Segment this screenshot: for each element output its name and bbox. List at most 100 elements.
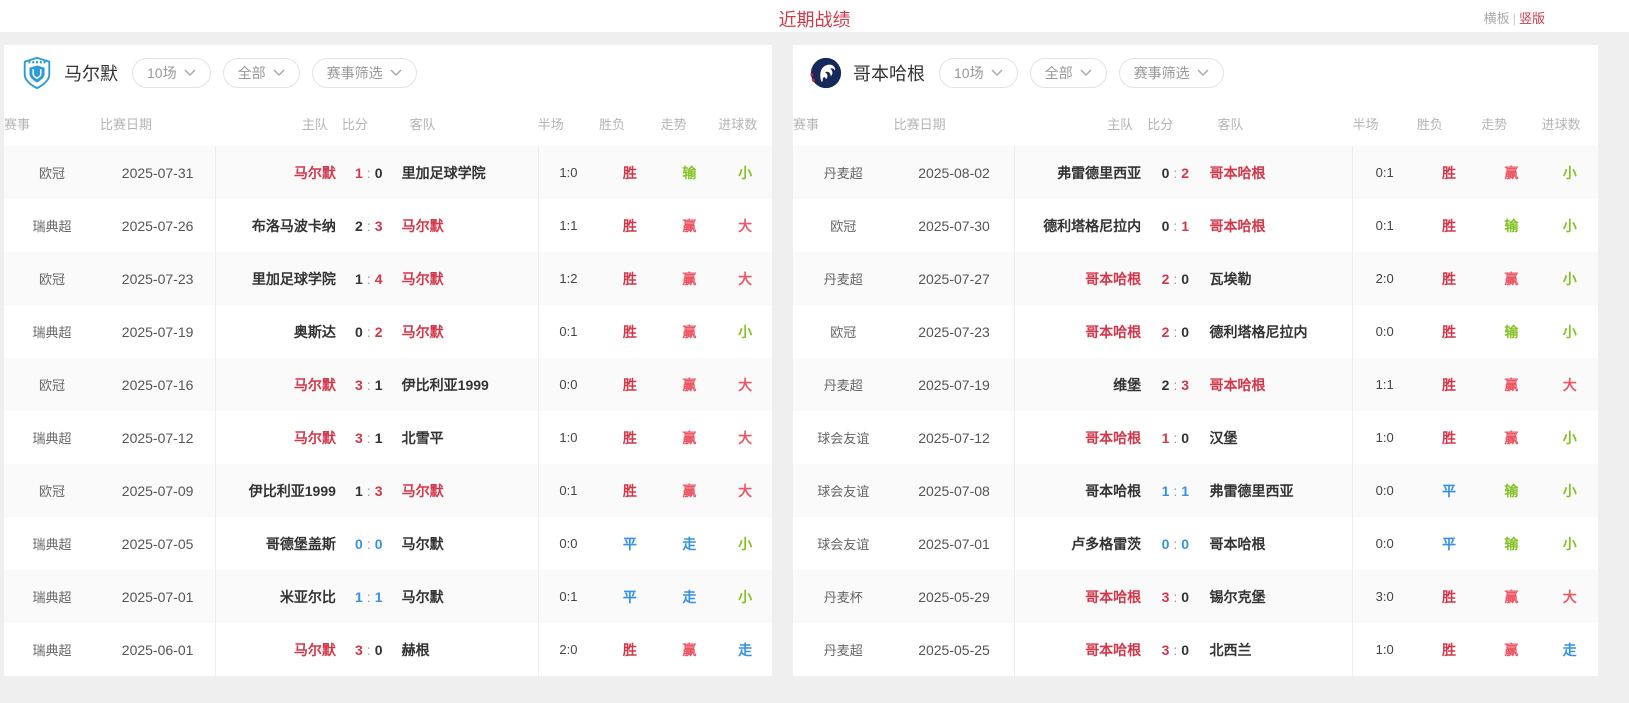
column-divider bbox=[215, 146, 216, 676]
event-filter-label: 赛事筛选 bbox=[327, 63, 383, 83]
home-team-name: 马尔默 bbox=[215, 428, 342, 448]
home-team-name: 哥本哈根 bbox=[1014, 640, 1147, 660]
away-goals: 3 bbox=[375, 483, 383, 499]
half-time-cell: 1:0 bbox=[538, 165, 599, 180]
away-goals: 4 bbox=[375, 271, 383, 287]
table-body: 丹麦超2025-08-02弗雷德里西亚0:2哥本哈根0:1胜赢小欧冠2025-0… bbox=[793, 146, 1598, 676]
date-cell: 2025-06-01 bbox=[100, 642, 215, 658]
column-divider bbox=[1014, 146, 1015, 676]
away-team-name: 哥本哈根 bbox=[1204, 216, 1353, 236]
team-name: 哥本哈根 bbox=[853, 60, 925, 86]
table-row: 欧冠2025-07-09伊比利亚19991:3马尔默0:1胜赢大 bbox=[4, 464, 772, 517]
half-time-cell: 3:0 bbox=[1352, 589, 1416, 604]
trend-cell: 输 bbox=[1481, 481, 1541, 501]
league-cell: 欧冠 bbox=[4, 481, 100, 500]
table-row: 丹麦超2025-07-27哥本哈根2:0瓦埃勒2:0胜赢小 bbox=[793, 252, 1598, 305]
half-time-cell: 1:0 bbox=[1352, 642, 1416, 657]
home-goals: 3 bbox=[1162, 589, 1170, 605]
league-cell: 球会友谊 bbox=[793, 428, 894, 447]
date-cell: 2025-07-26 bbox=[100, 218, 215, 234]
result-cell: 胜 bbox=[599, 322, 660, 342]
table-row: 瑞典超2025-06-01马尔默3:0赫根2:0胜赢走 bbox=[4, 623, 772, 676]
home-goals: 0 bbox=[1162, 218, 1170, 234]
half-time-cell: 1:0 bbox=[1352, 430, 1416, 445]
score-colon: : bbox=[367, 324, 371, 340]
table-header: 赛事 比赛日期 主队 比分 客队 半场 胜负 走势 进球数 bbox=[4, 101, 772, 146]
home-goals: 3 bbox=[355, 377, 363, 393]
score-cell: 0:0 bbox=[342, 536, 396, 552]
col-league: 赛事 bbox=[793, 114, 894, 133]
scope-dropdown[interactable]: 全部 bbox=[1030, 58, 1107, 88]
chevron-down-icon bbox=[1197, 69, 1209, 77]
goals-cell: 小 bbox=[1542, 481, 1598, 501]
layout-horizontal-link[interactable]: 横板 bbox=[1484, 11, 1510, 26]
result-cell: 胜 bbox=[599, 640, 660, 660]
home-goals: 3 bbox=[1162, 642, 1170, 658]
table-row: 球会友谊2025-07-08哥本哈根1:1弗雷德里西亚0:0平输小 bbox=[793, 464, 1598, 517]
away-goals: 3 bbox=[375, 218, 383, 234]
home-goals: 1 bbox=[355, 483, 363, 499]
home-goals: 2 bbox=[1162, 377, 1170, 393]
col-date: 比赛日期 bbox=[100, 114, 215, 133]
chevron-down-icon bbox=[991, 69, 1003, 77]
home-goals: 2 bbox=[1162, 324, 1170, 340]
score-cell: 0:2 bbox=[342, 324, 396, 340]
col-goals: 进球数 bbox=[718, 114, 772, 133]
scope-label: 全部 bbox=[238, 63, 266, 83]
goals-cell: 小 bbox=[1542, 428, 1598, 448]
score-cell: 3:0 bbox=[342, 642, 396, 658]
col-result: 胜负 bbox=[1417, 114, 1481, 133]
date-cell: 2025-07-12 bbox=[894, 430, 1015, 446]
top-bar: 近期战绩 横板|竖版 bbox=[0, 0, 1629, 32]
result-cell: 胜 bbox=[599, 428, 660, 448]
home-goals: 3 bbox=[355, 642, 363, 658]
score-colon: : bbox=[367, 642, 371, 658]
matches-count-dropdown[interactable]: 10场 bbox=[939, 58, 1018, 88]
home-team-name: 里加足球学院 bbox=[215, 269, 342, 289]
event-filter-dropdown[interactable]: 赛事筛选 bbox=[1119, 58, 1224, 88]
goals-cell: 大 bbox=[718, 428, 772, 448]
date-cell: 2025-07-27 bbox=[894, 271, 1015, 287]
away-goals: 1 bbox=[375, 377, 383, 393]
away-goals: 2 bbox=[375, 324, 383, 340]
home-goals: 1 bbox=[1162, 483, 1170, 499]
away-goals: 0 bbox=[1181, 324, 1189, 340]
half-time-cell: 0:0 bbox=[1352, 483, 1416, 498]
trend-cell: 赢 bbox=[661, 481, 719, 501]
matches-count-dropdown[interactable]: 10场 bbox=[132, 58, 211, 88]
layout-vertical-link[interactable]: 竖版 bbox=[1519, 11, 1545, 26]
layout-switcher: 横板|竖版 bbox=[1484, 8, 1545, 27]
table-row: 丹麦超2025-08-02弗雷德里西亚0:2哥本哈根0:1胜赢小 bbox=[793, 146, 1598, 199]
half-time-cell: 2:0 bbox=[1352, 271, 1416, 286]
result-cell: 胜 bbox=[599, 269, 660, 289]
date-cell: 2025-07-30 bbox=[894, 218, 1015, 234]
result-cell: 胜 bbox=[1417, 322, 1481, 342]
goals-cell: 小 bbox=[1542, 534, 1598, 554]
away-goals: 0 bbox=[375, 642, 383, 658]
away-team-name: 马尔默 bbox=[396, 481, 538, 501]
half-time-cell: 0:1 bbox=[1352, 218, 1416, 233]
col-half: 半场 bbox=[538, 114, 599, 133]
away-goals: 0 bbox=[1181, 536, 1189, 552]
away-goals: 0 bbox=[375, 536, 383, 552]
result-cell: 胜 bbox=[1417, 428, 1481, 448]
half-time-cell: 0:1 bbox=[538, 483, 599, 498]
table-row: 球会友谊2025-07-12哥本哈根1:0汉堡1:0胜赢小 bbox=[793, 411, 1598, 464]
col-home: 主队 bbox=[215, 114, 342, 133]
half-time-cell: 1:0 bbox=[538, 430, 599, 445]
page-title: 近期战绩 bbox=[0, 6, 1629, 32]
score-colon: : bbox=[367, 536, 371, 552]
trend-cell: 赢 bbox=[661, 322, 719, 342]
trend-cell: 输 bbox=[661, 163, 719, 183]
event-filter-dropdown[interactable]: 赛事筛选 bbox=[312, 58, 417, 88]
result-cell: 平 bbox=[599, 534, 660, 554]
chevron-down-icon bbox=[184, 69, 196, 77]
away-team-name: 马尔默 bbox=[396, 587, 538, 607]
score-colon: : bbox=[367, 483, 371, 499]
score-colon: : bbox=[367, 589, 371, 605]
col-result: 胜负 bbox=[599, 114, 660, 133]
score-cell: 0:2 bbox=[1147, 165, 1203, 181]
result-cell: 胜 bbox=[599, 375, 660, 395]
home-goals: 2 bbox=[1162, 271, 1170, 287]
scope-dropdown[interactable]: 全部 bbox=[223, 58, 300, 88]
